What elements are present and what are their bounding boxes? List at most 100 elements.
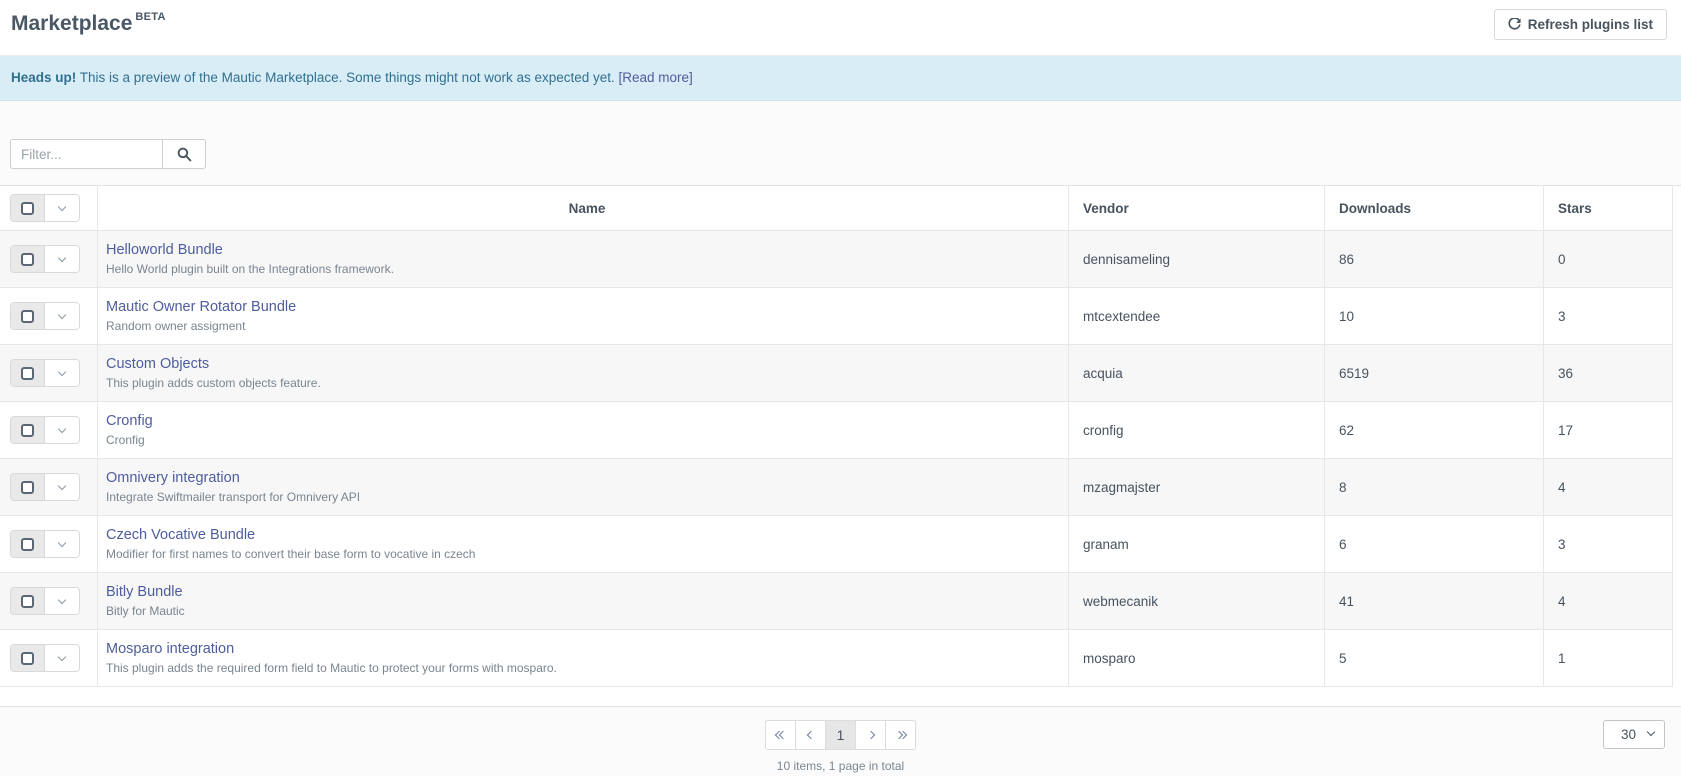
- pagination-last-button[interactable]: [885, 720, 916, 750]
- plugin-description: Hello World plugin built on the Integrat…: [106, 262, 394, 276]
- refresh-plugins-button[interactable]: Refresh plugins list: [1494, 9, 1667, 40]
- read-more-link[interactable]: [Read more]: [619, 70, 693, 85]
- checkbox-icon: [21, 538, 34, 551]
- column-header-stars: Stars: [1543, 186, 1673, 230]
- downloads-cell: 41: [1324, 573, 1543, 629]
- info-banner: Heads up! This is a preview of the Mauti…: [0, 56, 1681, 101]
- plugin-name-link[interactable]: Czech Vocative Bundle: [106, 527, 255, 543]
- name-cell: Custom Objects This plugin adds custom o…: [97, 345, 1068, 401]
- downloads-cell: 6: [1324, 516, 1543, 572]
- plugin-description: Bitly for Mautic: [106, 604, 185, 618]
- chevron-left-icon: [806, 731, 814, 739]
- plugin-name-link[interactable]: Cronfig: [106, 413, 153, 429]
- vendor-cell: granam: [1068, 516, 1324, 572]
- pagination-first-button[interactable]: [765, 720, 796, 750]
- plugin-name-link[interactable]: Custom Objects: [106, 356, 209, 372]
- row-actions-dropdown[interactable]: [45, 360, 79, 386]
- row-checkbox[interactable]: [11, 417, 45, 443]
- search-button[interactable]: [162, 139, 206, 169]
- downloads-cell: 10: [1324, 288, 1543, 344]
- plugin-description: Cronfig: [106, 433, 145, 447]
- row-select-group: [10, 587, 80, 615]
- banner-message: This is a preview of the Mautic Marketpl…: [76, 70, 618, 85]
- table-row: Omnivery integration Integrate Swiftmail…: [0, 459, 1673, 516]
- row-actions-dropdown[interactable]: [45, 474, 79, 500]
- page-size-select-wrap: 30: [1603, 720, 1665, 749]
- plugin-description: This plugin adds the required form field…: [106, 661, 557, 675]
- vendor-cell: mosparo: [1068, 630, 1324, 686]
- plugin-description: Random owner assigment: [106, 319, 245, 333]
- chevron-down-icon: [58, 481, 66, 489]
- row-actions-dropdown[interactable]: [45, 303, 79, 329]
- chevron-right-icon: [866, 731, 874, 739]
- row-actions-dropdown[interactable]: [45, 588, 79, 614]
- row-checkbox[interactable]: [11, 474, 45, 500]
- row-select-group: [10, 416, 80, 444]
- row-select-cell: [0, 573, 97, 629]
- column-header-vendor: Vendor: [1068, 186, 1324, 230]
- checkbox-icon: [21, 253, 34, 266]
- table-row: Mosparo integration This plugin adds the…: [0, 630, 1673, 687]
- table-footer: 1 10 items, 1 page in total 30: [0, 707, 1681, 773]
- pagination-next-button[interactable]: [855, 720, 886, 750]
- vendor-cell: cronfig: [1068, 402, 1324, 458]
- chevron-down-icon: [58, 595, 66, 603]
- row-actions-dropdown[interactable]: [45, 645, 79, 671]
- checkbox-icon: [21, 310, 34, 323]
- row-select-cell: [0, 231, 97, 287]
- checkbox-icon: [21, 424, 34, 437]
- row-actions-dropdown[interactable]: [45, 531, 79, 557]
- row-select-group: [10, 359, 80, 387]
- vendor-cell: mtcextendee: [1068, 288, 1324, 344]
- row-select-group: [10, 530, 80, 558]
- stars-cell: 1: [1543, 630, 1673, 686]
- name-cell: Bitly Bundle Bitly for Mautic: [97, 573, 1068, 629]
- row-select-cell: [0, 630, 97, 686]
- plugin-name-link[interactable]: Bitly Bundle: [106, 584, 183, 600]
- row-checkbox[interactable]: [11, 360, 45, 386]
- name-cell: Czech Vocative Bundle Modifier for first…: [97, 516, 1068, 572]
- name-cell: Omnivery integration Integrate Swiftmail…: [97, 459, 1068, 515]
- row-select-cell: [0, 345, 97, 401]
- row-actions-dropdown[interactable]: [45, 246, 79, 272]
- table-header-row: Name Vendor Downloads Stars: [0, 186, 1673, 231]
- downloads-cell: 8: [1324, 459, 1543, 515]
- pagination-page-1[interactable]: 1: [825, 720, 856, 750]
- select-all-checkbox[interactable]: [11, 195, 45, 221]
- select-all-group: [10, 194, 80, 222]
- row-select-group: [10, 473, 80, 501]
- double-chevron-right-icon: [896, 732, 906, 738]
- pagination-prev-button[interactable]: [795, 720, 826, 750]
- row-checkbox[interactable]: [11, 588, 45, 614]
- search-icon: [177, 147, 192, 162]
- vendor-cell: acquia: [1068, 345, 1324, 401]
- stars-cell: 0: [1543, 231, 1673, 287]
- column-header-name: Name: [97, 186, 1068, 230]
- chevron-down-icon: [58, 310, 66, 318]
- plugin-name-link[interactable]: Omnivery integration: [106, 470, 240, 486]
- name-cell: Helloworld Bundle Hello World plugin bui…: [97, 231, 1068, 287]
- bulk-actions-dropdown[interactable]: [45, 195, 79, 221]
- plugin-name-link[interactable]: Mosparo integration: [106, 641, 234, 657]
- row-select-group: [10, 302, 80, 330]
- refresh-button-label: Refresh plugins list: [1528, 17, 1653, 32]
- row-actions-dropdown[interactable]: [45, 417, 79, 443]
- plugin-description: Modifier for first names to convert thei…: [106, 547, 475, 561]
- row-checkbox[interactable]: [11, 303, 45, 329]
- vendor-cell: mzagmajster: [1068, 459, 1324, 515]
- plugin-name-link[interactable]: Mautic Owner Rotator Bundle: [106, 299, 296, 315]
- chevron-down-icon: [58, 253, 66, 261]
- page-size-select[interactable]: 30: [1603, 720, 1665, 749]
- row-checkbox[interactable]: [11, 246, 45, 272]
- row-checkbox[interactable]: [11, 531, 45, 557]
- pagination: 1: [765, 720, 916, 750]
- name-cell: Cronfig Cronfig: [97, 402, 1068, 458]
- row-checkbox[interactable]: [11, 645, 45, 671]
- filter-input[interactable]: [10, 139, 162, 169]
- plugin-description: This plugin adds custom objects feature.: [106, 376, 321, 390]
- name-cell: Mautic Owner Rotator Bundle Random owner…: [97, 288, 1068, 344]
- stars-cell: 17: [1543, 402, 1673, 458]
- banner-heads-up: Heads up!: [11, 70, 76, 85]
- row-select-cell: [0, 459, 97, 515]
- plugin-name-link[interactable]: Helloworld Bundle: [106, 242, 223, 258]
